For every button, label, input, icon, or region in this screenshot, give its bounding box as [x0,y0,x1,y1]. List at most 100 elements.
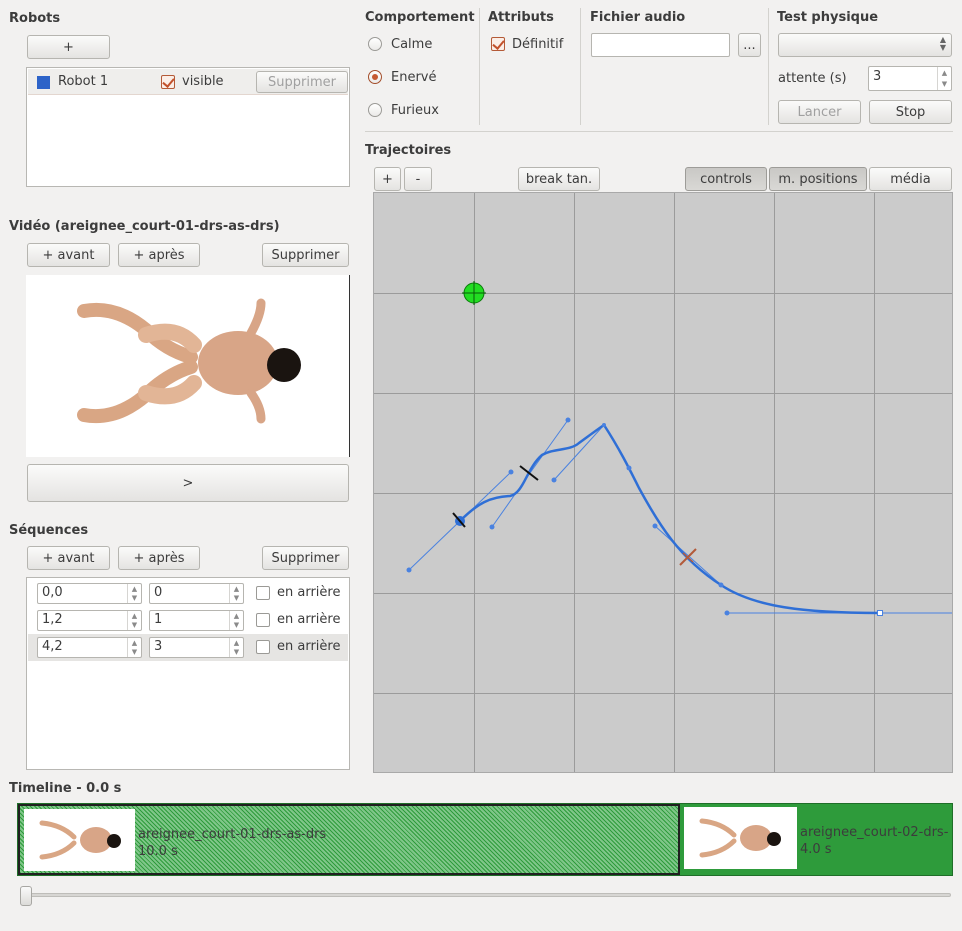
video-frame-image [77,298,301,424]
sequence-time-value: 0,0 [42,585,63,600]
updown-icon: ▲ ▼ [939,35,946,52]
add-robot-button[interactable]: + [27,35,110,59]
definitive-checkbox[interactable] [491,37,505,51]
timeline-slider-handle[interactable] [20,886,32,906]
sequence-backward-label: en arrière [277,585,341,600]
spin-arrows-icon[interactable]: ▲ ▼ [127,638,141,657]
video-delete-button[interactable]: Supprimer [262,243,349,267]
separator [365,131,953,132]
behavior-radio-enerve[interactable] [368,70,382,84]
end-point[interactable] [877,610,883,616]
robot-visible-checkbox[interactable] [161,75,175,89]
video-play-button[interactable]: > [27,464,349,502]
clip-thumbnail-image [699,818,781,858]
sequence-add-after-button[interactable]: + après [118,546,200,570]
spin-arrows-icon[interactable]: ▲ ▼ [127,584,141,603]
separator [479,8,480,125]
sequence-backward-checkbox[interactable] [256,613,270,627]
sequence-add-before-button[interactable]: + avant [27,546,110,570]
trajectory-curve[interactable] [459,423,881,615]
sequence-time-spinbox[interactable]: 0,0 ▲ ▼ [37,583,142,604]
video-add-after-button[interactable]: + après [118,243,200,267]
positions-toggle[interactable]: m. positions [769,167,867,191]
spin-arrows-icon[interactable]: ▲ ▼ [229,611,243,630]
video-title: Vidéo (areignee_court-01-drs-as-drs) [9,219,280,234]
physics-title: Test physique [777,10,879,25]
separator [768,8,769,125]
video-add-before-button[interactable]: + avant [27,243,110,267]
launch-button[interactable]: Lancer [778,100,861,124]
video-preview [26,275,350,457]
definitive-label: Définitif [512,37,564,52]
audio-browse-button[interactable]: ... [738,33,761,57]
sequences-title: Séquences [9,523,89,538]
zoom-in-button[interactable]: + [374,167,401,191]
sequence-row[interactable]: 1,2 ▲ ▼ 1 ▲ ▼ en arrière [28,607,348,634]
attributes-title: Attributs [488,10,554,25]
sequence-row-selected[interactable]: 4,2 ▲ ▼ 3 ▲ ▼ en arrière [28,634,348,661]
trajectory-graph[interactable] [374,193,953,773]
sequence-index-value: 0 [154,585,163,600]
timeline-clip-1[interactable]: areignee_court-01-drs-as-drs 10.0 s [18,804,680,875]
clip-duration: 10.0 s [138,844,178,859]
tangent-handles [408,419,952,614]
robots-title: Robots [9,11,61,26]
timeline-clip-2[interactable]: areignee_court-02-drs- 4.0 s [681,806,953,875]
media-toggle[interactable]: média [869,167,952,191]
clip-thumbnail [684,807,797,869]
timeline-track[interactable]: areignee_court-01-drs-as-drs 10.0 s arei… [17,803,953,876]
sequence-index-spinbox[interactable]: 0 ▲ ▼ [149,583,244,604]
wait-label: attente (s) [778,71,847,86]
spin-arrows-icon[interactable]: ▲ ▼ [127,611,141,630]
behavior-radio-calme[interactable] [368,37,382,51]
audio-title: Fichier audio [590,10,686,25]
behavior-title: Comportement [365,10,475,25]
delete-robot-button[interactable]: Supprimer [256,71,348,93]
robot-name: Robot 1 [58,74,109,89]
robot-color-swatch [37,76,50,89]
sequence-index-spinbox[interactable]: 1 ▲ ▼ [149,610,244,631]
stop-button[interactable]: Stop [869,100,952,124]
timeline-slider-track[interactable] [20,893,951,897]
zoom-out-button[interactable]: - [404,167,432,191]
sequence-time-spinbox[interactable]: 4,2 ▲ ▼ [37,637,142,658]
robot-row[interactable]: Robot 1 visible Supprimer [28,69,348,95]
audio-file-input[interactable] [591,33,730,57]
behavior-radio-furieux[interactable] [368,103,382,117]
position-marker [519,465,539,481]
sequence-index-spinbox[interactable]: 3 ▲ ▼ [149,637,244,658]
sequence-list: 0,0 ▲ ▼ 0 ▲ ▼ en arrière 1,2 ▲ ▼ 1 ▲ ▼ en ar… [26,577,350,770]
trajectory-canvas[interactable] [373,192,953,773]
sequence-index-value: 1 [154,612,163,627]
sequence-time-value: 4,2 [42,639,63,654]
sequence-row[interactable]: 0,0 ▲ ▼ 0 ▲ ▼ en arrière [28,580,348,607]
target-icon[interactable] [462,281,486,305]
robot-visible-label: visible [182,74,224,89]
behavior-label-calme: Calme [391,37,433,52]
sequence-time-value: 1,2 [42,612,63,627]
sequence-time-spinbox[interactable]: 1,2 ▲ ▼ [37,610,142,631]
clip-thumbnail [24,809,135,871]
timeline-title: Timeline - 0.0 s [9,781,122,796]
sequence-index-value: 3 [154,639,163,654]
break-tangent-button[interactable]: break tan. [518,167,600,191]
spin-arrows-icon[interactable]: ▲ ▼ [229,638,243,657]
sequence-backward-label: en arrière [277,612,341,627]
sequence-backward-checkbox[interactable] [256,586,270,600]
controls-toggle[interactable]: controls [685,167,767,191]
grid [374,193,952,772]
physics-test-select[interactable]: ▲ ▼ [778,33,952,57]
spin-arrows-icon[interactable]: ▲ ▼ [937,67,951,90]
clip-duration: 4.0 s [800,842,832,857]
separator [580,8,581,125]
clip-name: areignee_court-01-drs-as-drs [138,827,327,842]
trajectories-title: Trajectoires [365,143,452,158]
clip-thumbnail-image [39,820,121,860]
spin-arrows-icon[interactable]: ▲ ▼ [229,584,243,603]
clip-name: areignee_court-02-drs- [800,825,949,840]
robot-list: Robot 1 visible Supprimer [26,67,350,187]
sequence-delete-button[interactable]: Supprimer [262,546,349,570]
sequence-backward-label: en arrière [277,639,341,654]
wait-spinbox[interactable]: 3 ▲ ▼ [868,66,952,91]
sequence-backward-checkbox[interactable] [256,640,270,654]
